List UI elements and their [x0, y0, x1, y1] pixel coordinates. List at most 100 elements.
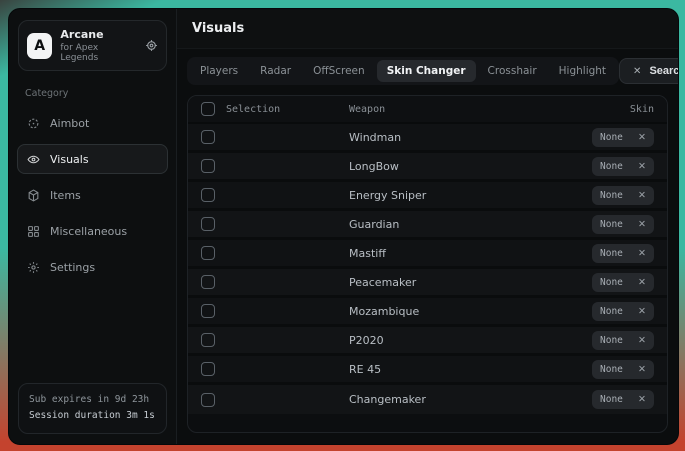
account-card: A Arcane for Apex Legends: [18, 20, 167, 71]
skin-select-button[interactable]: None ✕: [592, 331, 654, 350]
tab-players[interactable]: Players: [190, 60, 248, 82]
skin-value: None: [600, 394, 623, 405]
sub-expires-text: Sub expires in 9d 23h: [29, 392, 156, 409]
main-panel: Visuals PlayersRadarOffScreenSkin Change…: [177, 9, 678, 444]
sidebar-item-label: Settings: [50, 261, 95, 274]
weapon-name: Mozambique: [349, 305, 592, 318]
row-checkbox[interactable]: [201, 333, 215, 347]
sidebar-item-miscellaneous[interactable]: Miscellaneous: [17, 216, 168, 246]
search-button-label: Search: [649, 65, 679, 77]
skin-select-button[interactable]: None ✕: [592, 128, 654, 147]
weapon-name: Energy Sniper: [349, 189, 592, 202]
skin-select-button[interactable]: None✕: [592, 186, 654, 205]
skin-select-button[interactable]: None ✕: [592, 360, 654, 379]
weapon-name: Guardian: [349, 218, 592, 231]
row-checkbox[interactable]: [201, 217, 215, 231]
row-selection-cell: [201, 246, 349, 260]
table-row: GuardianNone✕: [188, 211, 667, 240]
clear-skin-x-icon[interactable]: ✕: [638, 219, 646, 230]
skin-value: None: [600, 277, 623, 288]
account-text: Arcane for Apex Legends: [60, 28, 137, 63]
gear-icon: [27, 261, 40, 274]
table-row: PeacemakerNone✕: [188, 269, 667, 298]
table-row: MastiffNone✕: [188, 240, 667, 269]
table-row: MozambiqueNone✕: [188, 298, 667, 327]
sidebar-item-label: Miscellaneous: [50, 225, 127, 238]
row-selection-cell: [201, 217, 349, 231]
tab-radar[interactable]: Radar: [250, 60, 301, 82]
weapon-name: LongBow: [349, 160, 592, 173]
clear-skin-x-icon[interactable]: ✕: [638, 335, 646, 346]
clear-skin-x-icon[interactable]: ✕: [638, 364, 646, 375]
table-header-row: Selection Weapon Skin: [188, 96, 667, 124]
skin-select-button[interactable]: None✕: [592, 302, 654, 321]
skin-header-label: Skin: [630, 104, 654, 115]
row-selection-cell: [201, 393, 349, 407]
clear-skin-x-icon[interactable]: ✕: [638, 277, 646, 288]
eye-icon: [27, 153, 40, 166]
skin-value: None: [600, 364, 623, 375]
category-label: Category: [25, 88, 176, 99]
clear-skin-x-icon[interactable]: ✕: [638, 306, 646, 317]
session-duration-text: Session duration 3m 1s: [29, 408, 156, 425]
tab-skin-changer[interactable]: Skin Changer: [377, 60, 476, 82]
sidebar-item-aimbot[interactable]: Aimbot: [17, 108, 168, 138]
skin-select-button[interactable]: None ✕: [592, 157, 654, 176]
skin-select-button[interactable]: None ✕: [592, 273, 654, 292]
clear-skin-x-icon[interactable]: ✕: [638, 132, 646, 143]
sidebar-item-settings[interactable]: Settings: [17, 252, 168, 282]
skin-select-button[interactable]: None ✕: [592, 244, 654, 263]
row-selection-cell: [201, 362, 349, 376]
row-checkbox[interactable]: [201, 362, 215, 376]
row-checkbox[interactable]: [201, 304, 215, 318]
sidebar-item-label: Aimbot: [50, 117, 89, 130]
table-row: RE 45 None ✕: [188, 356, 667, 385]
skin-select-button[interactable]: None ✕: [592, 390, 654, 409]
search-button[interactable]: ✕ Search: [619, 58, 679, 84]
table-row: P2020 None ✕: [188, 327, 667, 356]
skin-value: None: [600, 248, 623, 259]
sidebar-item-items[interactable]: Items: [17, 180, 168, 210]
row-checkbox[interactable]: [201, 159, 215, 173]
row-checkbox[interactable]: [201, 275, 215, 289]
clear-skin-x-icon[interactable]: ✕: [638, 394, 646, 405]
weapon-name: RE 45: [349, 363, 592, 376]
row-checkbox[interactable]: [201, 393, 215, 407]
tab-highlight[interactable]: Highlight: [549, 60, 616, 82]
row-checkbox[interactable]: [201, 130, 215, 144]
skin-select-button[interactable]: None✕: [592, 215, 654, 234]
app-subtitle: for Apex Legends: [60, 43, 137, 63]
table-row: Energy SniperNone✕: [188, 182, 667, 211]
table-body: WindmanNone✕LongBowNone✕Energy SniperNon…: [188, 124, 667, 414]
sidebar-item-label: Items: [50, 189, 81, 202]
row-checkbox[interactable]: [201, 188, 215, 202]
selection-header-label: Selection: [226, 104, 280, 115]
app-window: A Arcane for Apex Legends Category Aimbo…: [8, 8, 679, 445]
skin-value: None: [600, 161, 623, 172]
table-row: Changemaker None ✕: [188, 385, 667, 414]
row-selection-cell: [201, 333, 349, 347]
weapon-name: Changemaker: [349, 393, 592, 406]
sidebar-item-visuals[interactable]: Visuals: [17, 144, 168, 174]
select-all-checkbox[interactable]: [201, 102, 215, 116]
clear-skin-x-icon[interactable]: ✕: [638, 248, 646, 259]
skin-value: None: [600, 335, 623, 346]
grid-icon: [27, 225, 40, 238]
row-checkbox[interactable]: [201, 246, 215, 260]
tab-crosshair[interactable]: Crosshair: [478, 60, 547, 82]
weapon-name: P2020: [349, 334, 592, 347]
main-header: Visuals: [177, 9, 678, 49]
app-title: Arcane: [60, 28, 137, 41]
crosshair-icon: [27, 117, 40, 130]
target-icon[interactable]: [145, 39, 158, 52]
table-row: LongBow None ✕: [188, 153, 667, 182]
skin-value: None: [600, 132, 623, 143]
clear-skin-x-icon[interactable]: ✕: [638, 161, 646, 172]
tab-offscreen[interactable]: OffScreen: [303, 60, 375, 82]
selection-header-cell: Selection: [201, 102, 349, 116]
clear-skin-x-icon[interactable]: ✕: [638, 190, 646, 201]
subscription-card: Sub expires in 9d 23h Session duration 3…: [18, 383, 167, 434]
sidebar: A Arcane for Apex Legends Category Aimbo…: [9, 9, 177, 444]
sidebar-nav: Aimbot Visuals Items Miscellaneous Settings: [9, 105, 176, 285]
row-selection-cell: [201, 130, 349, 144]
